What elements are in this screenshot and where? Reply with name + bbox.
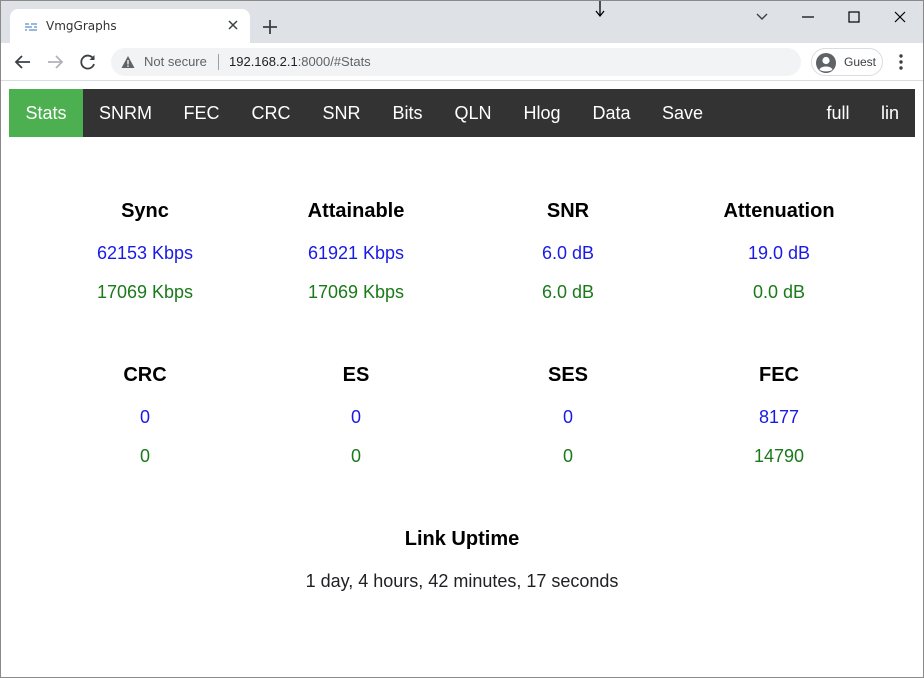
stat-attainable: Attainable 61921 Kbps 17069 Kbps — [256, 199, 456, 303]
nav-item-hlog[interactable]: Hlog — [507, 89, 577, 137]
warning-icon — [121, 56, 135, 68]
nav-item-snr[interactable]: SNR — [307, 89, 376, 137]
stat-downstream: 19.0 dB — [747, 243, 811, 263]
uptime-label: Link Uptime — [404, 528, 520, 550]
nav-bar: Stats SNRM FEC CRC SNR Bits QLN Hlog Dat… — [9, 89, 915, 137]
kebab-menu-icon[interactable] — [893, 53, 909, 71]
stat-label: Attainable — [307, 200, 405, 222]
minimize-button[interactable] — [785, 5, 831, 29]
stat-downstream: 0 — [350, 407, 361, 427]
stat-downstream: 62153 Kbps — [96, 243, 194, 263]
stat-label: Attenuation — [723, 200, 835, 222]
stat-upstream: 6.0 dB — [541, 282, 595, 302]
nav-item-fec[interactable]: FEC — [168, 89, 235, 137]
minimize-icon — [802, 16, 814, 18]
stat-label: SNR — [546, 200, 590, 222]
stat-sync: Sync 62153 Kbps 17069 Kbps — [45, 199, 245, 303]
stat-upstream: 17069 Kbps — [96, 282, 194, 302]
maximize-button[interactable] — [831, 5, 877, 29]
uptime-value: 1 day, 4 hours, 42 minutes, 17 seconds — [305, 571, 619, 591]
stat-downstream: 0 — [562, 407, 573, 427]
reload-icon[interactable] — [78, 52, 98, 72]
stat-label: ES — [342, 364, 370, 386]
nav-item-stats[interactable]: Stats — [9, 89, 83, 137]
close-icon[interactable] — [225, 17, 241, 33]
stat-snr: SNR 6.0 dB 6.0 dB — [468, 199, 668, 303]
stat-label: SES — [547, 364, 589, 386]
nav-item-crc[interactable]: CRC — [235, 89, 307, 137]
chart-favicon-icon — [25, 23, 37, 31]
browser-window: VmgGraphs Not secure 192.168.2.1:8000/#S… — [0, 0, 924, 678]
tab-title: VmgGraphs — [46, 19, 117, 33]
close-window-button[interactable] — [877, 5, 923, 29]
stat-fec: FEC 8177 14790 — [679, 363, 879, 467]
stat-label: CRC — [123, 364, 167, 386]
profile-label: Guest — [844, 55, 877, 69]
stat-label: Sync — [121, 200, 169, 222]
chevron-down-icon — [756, 13, 768, 20]
url-text[interactable]: 192.168.2.1:8000/#Stats — [229, 54, 371, 69]
resize-cursor-icon — [595, 1, 605, 18]
url-path: :8000/#Stats — [297, 54, 371, 69]
back-arrow-icon[interactable] — [13, 52, 33, 72]
nav-item-full[interactable]: full — [815, 89, 861, 137]
page-content: Stats SNRM FEC CRC SNR Bits QLN Hlog Dat… — [1, 82, 923, 677]
stat-downstream: 61921 Kbps — [307, 243, 405, 263]
stat-downstream: 0 — [139, 407, 150, 427]
stat-upstream: 0 — [139, 446, 150, 466]
stat-upstream: 0 — [350, 446, 361, 466]
avatar-icon — [816, 53, 836, 73]
stat-attenuation: Attenuation 19.0 dB 0.0 dB — [679, 199, 879, 303]
stat-upstream: 0 — [562, 446, 573, 466]
stat-ses: SES 0 0 — [468, 363, 668, 467]
stat-upstream: 0.0 dB — [752, 282, 806, 302]
nav-item-snrm[interactable]: SNRM — [83, 89, 168, 137]
tab-strip: VmgGraphs — [1, 1, 923, 43]
nav-item-lin[interactable]: lin — [871, 89, 909, 137]
nav-item-save[interactable]: Save — [646, 89, 719, 137]
stat-downstream: 6.0 dB — [541, 243, 595, 263]
profile-button[interactable]: Guest — [811, 48, 883, 76]
link-uptime: Link Uptime 1 day, 4 hours, 42 minutes, … — [1, 527, 923, 592]
address-separator — [218, 54, 219, 70]
stat-label: FEC — [759, 364, 799, 386]
nav-item-data[interactable]: Data — [577, 89, 646, 137]
address-bar[interactable]: Not secure 192.168.2.1:8000/#Stats — [111, 48, 801, 76]
tab-vmggraphs[interactable]: VmgGraphs — [10, 9, 250, 43]
url-host: 192.168.2.1 — [229, 54, 298, 69]
nav-item-bits[interactable]: Bits — [376, 89, 439, 137]
browser-toolbar: Not secure 192.168.2.1:8000/#Stats Guest — [1, 43, 923, 81]
close-icon — [894, 11, 906, 23]
stat-crc: CRC 0 0 — [45, 363, 245, 467]
plus-icon[interactable] — [260, 17, 280, 37]
stat-upstream: 17069 Kbps — [307, 282, 405, 302]
stat-es: ES 0 0 — [256, 363, 456, 467]
not-secure-label[interactable]: Not secure — [144, 54, 207, 69]
stat-downstream: 8177 — [758, 407, 800, 427]
tab-search-button[interactable] — [739, 5, 785, 29]
nav-item-qln[interactable]: QLN — [439, 89, 507, 137]
stat-upstream: 14790 — [753, 446, 805, 466]
forward-arrow-icon[interactable] — [45, 52, 65, 72]
maximize-icon — [848, 11, 860, 23]
